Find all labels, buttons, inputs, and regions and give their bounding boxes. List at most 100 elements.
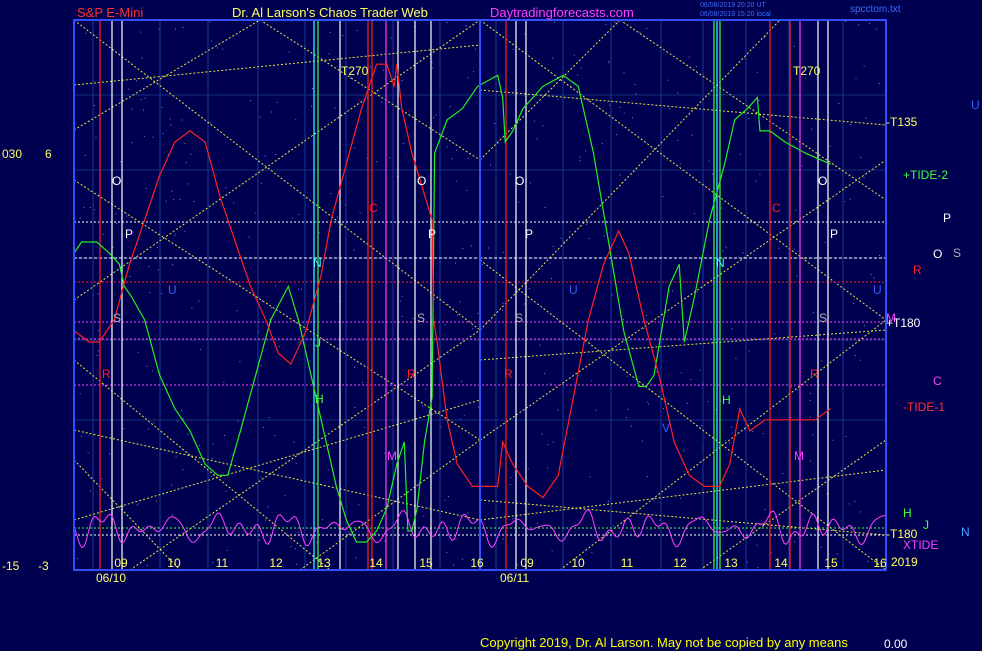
star bbox=[446, 22, 448, 23]
star bbox=[536, 522, 538, 524]
star bbox=[384, 540, 386, 542]
label-tide1: -TIDE-1 bbox=[903, 400, 945, 414]
star bbox=[131, 108, 133, 110]
star bbox=[98, 350, 99, 352]
x-tick-label: 10 bbox=[571, 556, 585, 570]
label-year: 2019 bbox=[891, 555, 918, 569]
planet-letter: S bbox=[417, 311, 425, 325]
star bbox=[327, 469, 329, 471]
star bbox=[686, 528, 688, 530]
star bbox=[115, 213, 117, 215]
star bbox=[423, 57, 425, 58]
star bbox=[212, 562, 214, 564]
star bbox=[294, 548, 296, 550]
star bbox=[860, 157, 862, 158]
star bbox=[630, 425, 632, 427]
star bbox=[145, 187, 147, 189]
star bbox=[402, 142, 404, 144]
star bbox=[284, 495, 286, 497]
star bbox=[845, 435, 847, 437]
left-scale-bot-b: -3 bbox=[38, 559, 49, 573]
star bbox=[433, 117, 435, 119]
star bbox=[838, 103, 840, 104]
star bbox=[236, 310, 238, 312]
star bbox=[595, 409, 597, 411]
label-t180-plus: +T180 bbox=[886, 316, 921, 330]
star bbox=[182, 27, 184, 28]
chart-canvas: 09 10 11 12 13 14 15 16 09 10 11 12 13 14 15 16 06/10 06/… bbox=[0, 0, 982, 650]
star bbox=[529, 182, 531, 184]
star bbox=[534, 120, 535, 122]
star bbox=[667, 79, 669, 81]
star bbox=[376, 161, 378, 163]
planet-letter: P bbox=[830, 227, 838, 241]
star bbox=[162, 133, 164, 134]
star bbox=[601, 142, 603, 144]
star bbox=[863, 177, 865, 179]
x-tick-label: 14 bbox=[369, 556, 383, 570]
star bbox=[328, 53, 330, 55]
star bbox=[455, 180, 457, 182]
star bbox=[291, 217, 293, 219]
star bbox=[329, 31, 331, 33]
star bbox=[551, 550, 553, 552]
star bbox=[494, 122, 496, 124]
star bbox=[444, 324, 446, 326]
star bbox=[778, 247, 780, 249]
star bbox=[465, 25, 467, 27]
star bbox=[809, 460, 811, 462]
planet-letter: N bbox=[313, 256, 322, 270]
star bbox=[136, 504, 138, 506]
star bbox=[603, 235, 605, 237]
x-tick-label: 09 bbox=[114, 556, 128, 570]
star bbox=[552, 246, 554, 247]
star bbox=[175, 28, 176, 30]
star bbox=[138, 529, 140, 531]
star bbox=[455, 262, 456, 264]
star bbox=[765, 35, 767, 37]
star bbox=[355, 557, 357, 559]
star bbox=[642, 440, 643, 442]
star bbox=[112, 246, 114, 248]
star bbox=[488, 247, 489, 249]
star bbox=[181, 119, 183, 121]
star bbox=[191, 307, 193, 309]
star bbox=[298, 342, 300, 343]
star bbox=[524, 303, 525, 305]
label-p: P bbox=[943, 211, 952, 225]
star bbox=[579, 156, 581, 158]
star bbox=[446, 551, 448, 553]
star bbox=[80, 436, 82, 437]
star bbox=[549, 262, 551, 264]
star bbox=[459, 301, 461, 303]
star bbox=[157, 526, 159, 528]
star bbox=[267, 506, 269, 508]
star bbox=[763, 37, 765, 39]
star bbox=[796, 275, 798, 277]
star bbox=[171, 514, 173, 516]
star bbox=[462, 248, 464, 250]
star bbox=[579, 160, 581, 161]
star bbox=[613, 525, 615, 527]
star bbox=[223, 381, 225, 383]
instrument-title: S&P E-Mini bbox=[77, 5, 144, 20]
star bbox=[631, 347, 633, 349]
star bbox=[226, 549, 228, 551]
planet-letter: U bbox=[569, 283, 578, 297]
star bbox=[845, 21, 847, 22]
star bbox=[569, 231, 571, 233]
star bbox=[389, 157, 391, 159]
planet-letter: P bbox=[428, 227, 436, 241]
star bbox=[233, 202, 235, 204]
star bbox=[868, 222, 870, 223]
star bbox=[878, 83, 880, 85]
star bbox=[731, 432, 733, 434]
star bbox=[184, 230, 186, 232]
star bbox=[198, 300, 200, 302]
star bbox=[271, 307, 273, 309]
star bbox=[311, 105, 312, 107]
x-tick-label: 14 bbox=[774, 556, 788, 570]
star bbox=[551, 278, 552, 279]
label-j: J bbox=[923, 518, 929, 532]
planet-letter: P bbox=[525, 227, 533, 241]
